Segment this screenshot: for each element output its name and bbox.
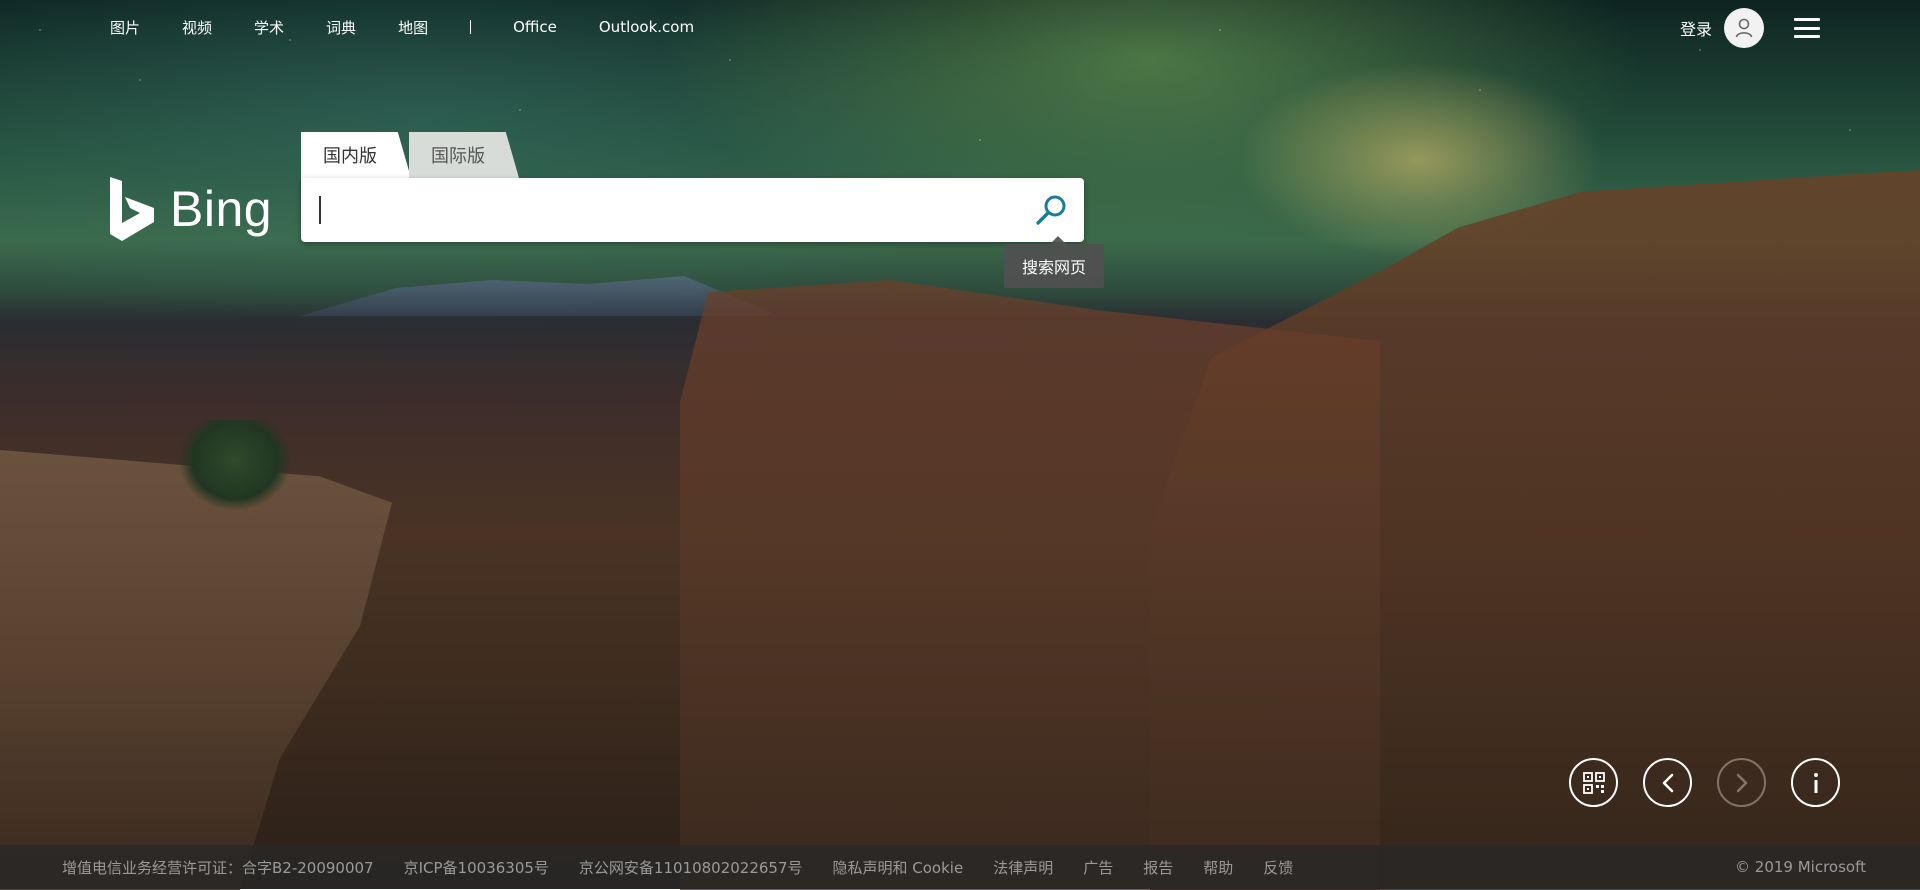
search-box — [301, 178, 1084, 242]
nav-link-videos[interactable]: 视频 — [182, 17, 212, 38]
search-button[interactable] — [1034, 192, 1070, 228]
signin-link[interactable]: 登录 — [1680, 16, 1712, 40]
search-input[interactable] — [317, 190, 1021, 232]
nav-link-office[interactable]: Office — [513, 18, 557, 36]
footer-link-license[interactable]: 增值电信业务经营许可证：合字B2-20090007 — [62, 857, 374, 878]
image-info-button[interactable] — [1791, 758, 1840, 807]
nav-link-images[interactable]: 图片 — [110, 17, 140, 38]
nav-separator — [470, 20, 472, 34]
nav-link-academic[interactable]: 学术 — [254, 17, 284, 38]
footer-link-public-security[interactable]: 京公网安备11010802022657号 — [579, 857, 803, 878]
nav-link-outlook[interactable]: Outlook.com — [599, 18, 694, 36]
search-icon — [1036, 195, 1066, 225]
user-icon[interactable] — [1724, 8, 1764, 48]
bing-b-logo — [110, 177, 154, 241]
image-controls — [1569, 758, 1840, 807]
footer-link-ads[interactable]: 广告 — [1083, 857, 1113, 878]
copyright: © 2019 Microsoft — [1735, 858, 1866, 876]
footer-link-privacy[interactable]: 隐私声明和 Cookie — [833, 857, 964, 878]
chevron-right-icon — [1736, 773, 1747, 792]
hamburger-menu-icon[interactable] — [1794, 18, 1820, 38]
footer-links: 增值电信业务经营许可证：合字B2-20090007 京ICP备10036305号… — [62, 857, 1323, 878]
nav-link-dictionary[interactable]: 词典 — [326, 17, 356, 38]
tab-international[interactable]: 国际版 — [409, 132, 519, 178]
top-nav: 图片 视频 学术 词典 地图 Office Outlook.com — [110, 16, 736, 38]
tab-domestic[interactable]: 国内版 — [301, 132, 411, 178]
footer-link-legal[interactable]: 法律声明 — [993, 857, 1053, 878]
footer-link-help[interactable]: 帮助 — [1203, 857, 1233, 878]
next-image-button[interactable] — [1717, 758, 1766, 807]
search-region-tabs: 国内版 国际版 — [301, 132, 519, 178]
logo-text: Bing — [170, 181, 273, 237]
tree — [180, 420, 290, 510]
text-cursor — [319, 196, 321, 224]
previous-image-button[interactable] — [1643, 758, 1692, 807]
footer: 增值电信业务经营许可证：合字B2-20090007 京ICP备10036305号… — [0, 845, 1920, 889]
footer-link-feedback[interactable]: 反馈 — [1263, 857, 1293, 878]
footer-link-report[interactable]: 报告 — [1143, 857, 1173, 878]
chevron-left-icon — [1662, 773, 1673, 792]
canyon-cliff-middle — [680, 280, 1380, 890]
footer-link-icp[interactable]: 京ICP备10036305号 — [404, 857, 549, 878]
account-area: 登录 — [1680, 8, 1820, 48]
qr-code-icon — [1582, 771, 1605, 794]
bing-logo[interactable]: Bing — [110, 176, 272, 242]
nav-link-maps[interactable]: 地图 — [398, 17, 428, 38]
search-tooltip: 搜索网页 — [1004, 236, 1105, 288]
qr-code-button[interactable] — [1569, 758, 1618, 807]
info-icon — [1813, 772, 1818, 793]
